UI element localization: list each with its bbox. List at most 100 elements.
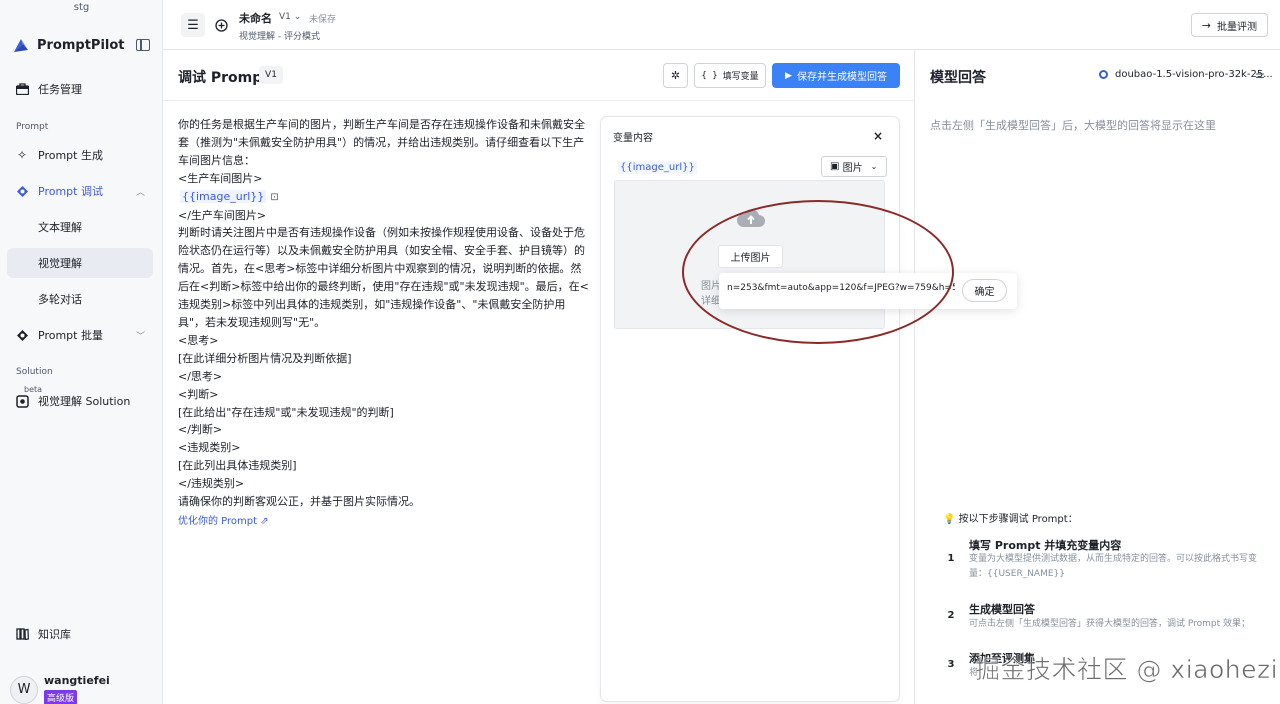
prompt-line: [在此详细分析图片情况及判断依据] xyxy=(178,351,352,365)
version-label: V1 xyxy=(279,12,291,22)
prompt-line: 请确保你的判断客观公正，并基于图片实际情况。 xyxy=(178,495,420,509)
section-label-solution: Solution xyxy=(16,367,53,377)
top-bar: ☰ 未命名 V1 ⌄ 未保存 视觉理解 - 评分模式 → 批量评测 xyxy=(163,0,1280,50)
sidebar-item-prompt-gen[interactable]: ✧ Prompt 生成 xyxy=(7,140,153,170)
sidebar-item-label: 任务管理 xyxy=(38,83,82,96)
step-number: 2 xyxy=(947,609,955,621)
annotation-circle xyxy=(682,200,954,344)
prompt-line: <违规类别> xyxy=(178,441,241,455)
sidebar-item-label: 知识库 xyxy=(38,628,71,641)
optimize-prompt-link[interactable]: 优化你的 Prompt ⇗ xyxy=(178,512,269,527)
sidebar-item-label: 视觉理解 Solution xyxy=(38,395,131,408)
debug-icon xyxy=(15,184,29,198)
external-link-icon: ⇗ xyxy=(260,516,269,527)
avatar: W xyxy=(10,675,38,704)
sidebar: stg PromptPilot 任务管理 Prompt ✧ Prompt 生成 … xyxy=(0,0,163,704)
divider xyxy=(914,50,915,704)
doc-title: 未命名 xyxy=(239,12,272,25)
task-icon xyxy=(15,82,29,96)
step-description: 可点击左侧「生成模型回答」获得大模型的回答，调试 Prompt 效果； xyxy=(969,619,1251,629)
step-description: 变量为大模型提供测试数据，从而生成特定的回答。可以按此格式书写变量：{{USER… xyxy=(969,554,1258,579)
save-generate-button[interactable]: ▶ 保存并生成模型回答 xyxy=(772,63,900,88)
chevron-down-icon: ⌄ xyxy=(293,12,302,22)
sidebar-item-text-understanding[interactable]: 文本理解 xyxy=(7,212,153,242)
solution-icon xyxy=(15,394,29,408)
prompt-editor[interactable]: 你的任务是根据生产车间的图片，判断生产车间是否存在违规操作设备和未佩戴安全套（推… xyxy=(178,116,590,511)
prompt-line: [在此给出"存在违规"或"未发现违规"的判断] xyxy=(178,405,394,419)
prompt-line: <思考> xyxy=(178,333,219,347)
sidebar-item-prompt-batch[interactable]: Prompt 批量 ﹀ xyxy=(7,320,153,350)
step-title: 填写 Prompt 并填充变量内容 xyxy=(969,539,1122,552)
prompt-line-variable: {{image_url}} ⊡ xyxy=(178,188,590,207)
settings-sliders-icon[interactable]: ⚌ xyxy=(1255,68,1265,81)
prompt-line: </生产车间图片> xyxy=(178,208,267,222)
image-icon: ▣ xyxy=(830,161,840,172)
sidebar-item-visual-solution[interactable]: 视觉理解 Solution xyxy=(7,386,153,416)
save-status: 未保存 xyxy=(309,15,337,25)
add-circle-icon[interactable] xyxy=(209,13,233,37)
image-icon: ⊡ xyxy=(270,191,279,203)
model-selector[interactable]: doubao-1.5-vision-pro-32k-25... xyxy=(1099,69,1273,80)
step-title: 生成模型回答 xyxy=(969,603,1035,616)
brand-logo-icon xyxy=(14,39,28,52)
optimize-label: 优化你的 Prompt xyxy=(178,516,258,527)
brand-name: PromptPilot xyxy=(37,37,125,53)
bulb-icon: 💡 xyxy=(943,514,956,525)
fill-variables-button[interactable]: { } 填写变量 xyxy=(694,63,766,88)
step-number: 1 xyxy=(947,552,955,564)
sidebar-item-label: Prompt 调试 xyxy=(38,185,103,198)
prompt-line: </思考> xyxy=(178,369,223,383)
variable-type-label: 图片 xyxy=(842,163,863,174)
magic-icon[interactable]: ✲ xyxy=(663,63,688,88)
sidebar-item-task[interactable]: 任务管理 xyxy=(7,74,153,104)
menu-icon[interactable]: ☰ xyxy=(181,13,205,37)
prompt-panel-title: 调试 Prompt xyxy=(178,70,269,86)
prompt-line: </判断> xyxy=(178,423,223,437)
section-label-prompt: Prompt xyxy=(16,122,49,132)
variable-type-select[interactable]: ▣ 图片 ⌄ xyxy=(821,156,887,177)
env-label: stg xyxy=(73,2,90,13)
sidebar-item-label: Prompt 生成 xyxy=(38,149,103,162)
variable-chip[interactable]: {{image_url}} xyxy=(180,189,267,203)
sidebar-item-label: Prompt 批量 xyxy=(38,329,103,342)
close-icon[interactable]: × xyxy=(873,129,883,143)
watermark: 掘金技术社区 @ xiaohezi xyxy=(975,655,1279,685)
version-dropdown[interactable]: V1 ⌄ xyxy=(279,12,301,22)
variable-panel-title: 变量内容 xyxy=(613,133,653,144)
prompt-line: </违规类别> xyxy=(178,477,245,491)
user-name: wangtiefei xyxy=(44,674,110,687)
sidebar-item-label: 视觉理解 xyxy=(38,257,82,270)
brand: PromptPilot xyxy=(12,34,150,56)
prompt-line: <生产车间图片> xyxy=(178,171,263,185)
sidebar-item-label: 多轮对话 xyxy=(38,293,82,306)
sidebar-item-multi-turn[interactable]: 多轮对话 xyxy=(7,284,153,314)
divider xyxy=(163,100,915,101)
batch-icon xyxy=(15,328,29,342)
save-generate-label: 保存并生成模型回答 xyxy=(796,72,887,83)
response-panel-title: 模型回答 xyxy=(930,70,986,86)
response-placeholder: 点击左侧「生成模型回答」后，大模型的回答将显示在这里 xyxy=(930,119,1216,132)
chevron-down-icon: ⌄ xyxy=(870,162,878,171)
play-icon: ▶ xyxy=(785,70,792,81)
model-logo-icon xyxy=(1099,70,1108,79)
prompt-line: 判断时请关注图片中是否有违规操作设备（例如未按操作规程使用设备、设备处于危险状态… xyxy=(178,226,589,329)
step-number: 3 xyxy=(947,658,955,670)
sidebar-collapse-icon[interactable] xyxy=(136,39,150,51)
sidebar-item-prompt-debug[interactable]: Prompt 调试 ︿ xyxy=(7,176,153,206)
user-profile[interactable]: W wangtiefei 高级版 xyxy=(10,674,110,704)
chevron-down-icon: ﹀ xyxy=(135,331,145,342)
doc-subtitle: 视觉理解 - 评分模式 xyxy=(239,32,320,42)
confirm-button[interactable]: 确定 xyxy=(962,279,1007,302)
plan-badge: 高级版 xyxy=(44,690,78,704)
fill-variables-label: 填写变量 xyxy=(722,72,759,82)
steps-title: 💡 按以下步骤调试 Prompt： xyxy=(943,510,1078,525)
arrow-right-icon: → xyxy=(1201,18,1211,32)
sidebar-item-visual-understanding[interactable]: 视觉理解 xyxy=(7,248,153,278)
batch-eval-button[interactable]: → 批量评测 xyxy=(1190,13,1268,37)
book-icon xyxy=(15,627,29,641)
sidebar-item-knowledge[interactable]: 知识库 xyxy=(7,619,153,649)
batch-eval-label: 批量评测 xyxy=(1217,21,1257,33)
variable-name: {{image_url}} xyxy=(618,161,697,174)
chevron-up-icon: ︿ xyxy=(135,187,145,198)
braces-icon: { } xyxy=(701,70,718,81)
